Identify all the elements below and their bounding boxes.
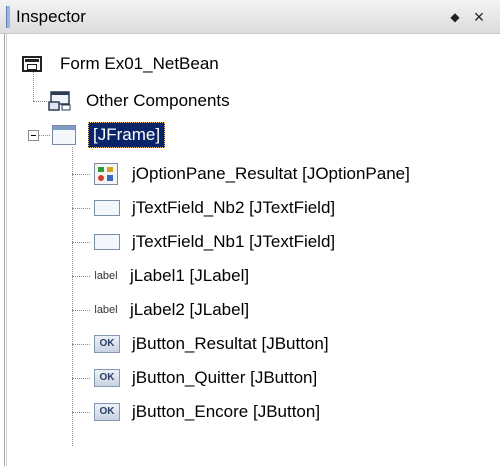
tree-node-jbutton-encore[interactable]: OK jButton_Encore [JButton] [94, 397, 320, 427]
frame-icon [52, 125, 76, 145]
tree-line [72, 344, 90, 345]
label-icon: label [94, 270, 118, 282]
tree-node-label: jLabel1 [JLabel] [130, 266, 250, 285]
tree-line [72, 147, 73, 446]
tree-node-label: jButton_Quitter [JButton] [132, 368, 318, 387]
panel-title: Inspector [16, 7, 86, 26]
tree-node-jbutton-resultat[interactable]: OK jButton_Resultat [JButton] [94, 329, 329, 359]
tree-line [72, 276, 90, 277]
form-icon [22, 56, 42, 72]
tree-node-jlabel1[interactable]: label jLabel1 [JLabel] [92, 261, 249, 291]
tree-node-label: jTextField_Nb2 [JTextField] [132, 198, 336, 217]
tree-node-label-selected: [JFrame] [88, 122, 166, 148]
tree-line [33, 101, 47, 102]
panel-header: Inspector ◆ × [0, 0, 500, 34]
label-icon: label [94, 304, 118, 316]
button-icon: OK [94, 335, 120, 353]
tree-line [72, 208, 90, 209]
tree-node-jtextfield-nb1[interactable]: jTextField_Nb1 [JTextField] [94, 227, 335, 257]
tree-line [72, 412, 90, 413]
tree-expander-minus[interactable] [28, 130, 39, 141]
tree-node-label: jLabel2 [JLabel] [130, 300, 250, 319]
tree-node-joptionpane[interactable]: jOptionPane_Resultat [JOptionPane] [94, 159, 410, 189]
tree-node-jbutton-quitter[interactable]: OK jButton_Quitter [JButton] [94, 363, 317, 393]
tree-node-root[interactable]: Form Ex01_NetBean [22, 49, 219, 79]
tree-line [72, 310, 90, 311]
text-field-icon [94, 234, 120, 250]
inspector-panel: Inspector ◆ × Form Ex01_NetBean Other Co… [0, 0, 500, 466]
tree-line [72, 378, 90, 379]
tree-node-label: Form Ex01_NetBean [60, 54, 219, 73]
option-pane-icon [94, 163, 118, 185]
tree-node-label: jButton_Resultat [JButton] [132, 334, 329, 353]
tree-node-jframe[interactable]: [JFrame] [52, 120, 166, 150]
tree-node-label: jOptionPane_Resultat [JOptionPane] [132, 164, 410, 183]
tree-line [72, 242, 90, 243]
tree-line [38, 135, 50, 136]
button-icon: OK [94, 403, 120, 421]
diamond-pin-icon[interactable]: ◆ [446, 6, 464, 28]
close-icon[interactable]: × [470, 6, 488, 28]
tree-node-label: jButton_Encore [JButton] [132, 402, 321, 421]
tree-node-label: Other Components [86, 91, 230, 110]
components-icon [48, 90, 72, 112]
tree-line [72, 174, 90, 175]
tree-node-jlabel2[interactable]: label jLabel2 [JLabel] [92, 295, 249, 325]
text-field-icon [94, 200, 120, 216]
tree-node-jtextfield-nb2[interactable]: jTextField_Nb2 [JTextField] [94, 193, 335, 223]
tree-node-other-components[interactable]: Other Components [48, 86, 230, 116]
tree-node-label: jTextField_Nb1 [JTextField] [132, 232, 336, 251]
component-tree: Form Ex01_NetBean Other Components [JFra… [0, 34, 500, 466]
header-accent-bar [6, 6, 10, 28]
button-icon: OK [94, 369, 120, 387]
